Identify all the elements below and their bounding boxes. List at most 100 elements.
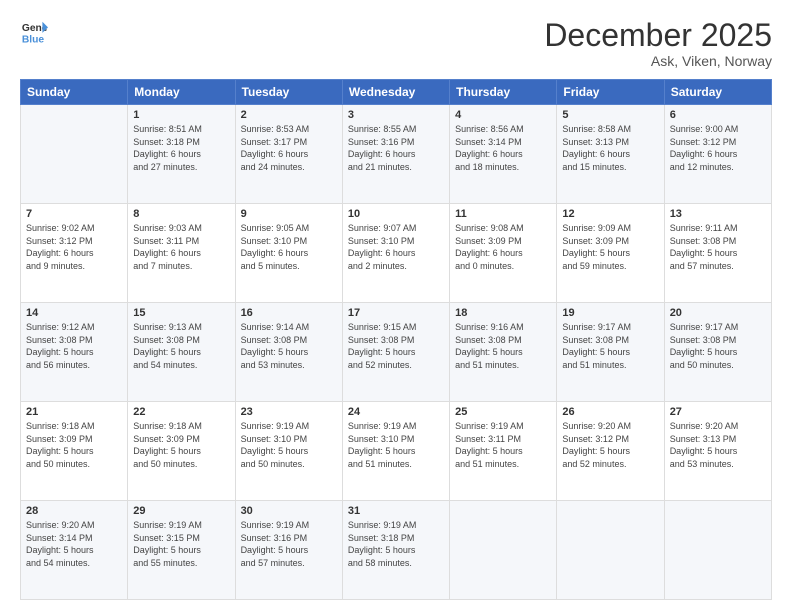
day-number: 16: [241, 307, 337, 319]
day-info: Sunrise: 8:51 AM Sunset: 3:18 PM Dayligh…: [133, 123, 229, 173]
day-cell: 27 Sunrise: 9:20 AM Sunset: 3:13 PM Dayli…: [664, 402, 771, 501]
day-cell: [557, 501, 664, 600]
day-info: Sunrise: 9:07 AM Sunset: 3:10 PM Dayligh…: [348, 222, 444, 272]
location-subtitle: Ask, Viken, Norway: [544, 53, 772, 69]
day-info: Sunrise: 9:18 AM Sunset: 3:09 PM Dayligh…: [26, 420, 122, 470]
header-cell-friday: Friday: [557, 80, 664, 105]
svg-text:Blue: Blue: [22, 34, 45, 45]
header-cell-sunday: Sunday: [21, 80, 128, 105]
day-info: Sunrise: 9:12 AM Sunset: 3:08 PM Dayligh…: [26, 321, 122, 371]
week-row-2: 7Sunrise: 9:02 AM Sunset: 3:12 PM Daylig…: [21, 204, 772, 303]
logo: General Blue: [20, 18, 48, 46]
week-row-1: 1Sunrise: 8:51 AM Sunset: 3:18 PM Daylig…: [21, 105, 772, 204]
day-number: 2: [241, 109, 337, 121]
day-info: Sunrise: 9:20 AM Sunset: 3:12 PM Dayligh…: [562, 420, 658, 470]
day-cell: 2 Sunrise: 8:53 AM Sunset: 3:17 PM Daylig…: [235, 105, 342, 204]
day-cell: 25 Sunrise: 9:19 AM Sunset: 3:11 PM Dayli…: [450, 402, 557, 501]
day-cell: 22 Sunrise: 9:18 AM Sunset: 3:09 PM Dayli…: [128, 402, 235, 501]
day-number: 7: [26, 208, 122, 220]
day-cell: 5Sunrise: 8:58 AM Sunset: 3:13 PM Daylig…: [557, 105, 664, 204]
day-cell: 30 Sunrise: 9:19 AM Sunset: 3:16 PM Dayli…: [235, 501, 342, 600]
day-number: 9: [241, 208, 337, 220]
day-info: Sunrise: 9:11 AM Sunset: 3:08 PM Dayligh…: [670, 222, 766, 272]
day-info: Sunrise: 9:17 AM Sunset: 3:08 PM Dayligh…: [670, 321, 766, 371]
day-cell: [21, 105, 128, 204]
day-info: Sunrise: 9:19 AM Sunset: 3:10 PM Dayligh…: [241, 420, 337, 470]
day-info: Sunrise: 9:20 AM Sunset: 3:14 PM Dayligh…: [26, 519, 122, 569]
day-number: 14: [26, 307, 122, 319]
day-number: 20: [670, 307, 766, 319]
day-info: Sunrise: 9:09 AM Sunset: 3:09 PM Dayligh…: [562, 222, 658, 272]
day-cell: 26Sunrise: 9:20 AM Sunset: 3:12 PM Dayli…: [557, 402, 664, 501]
day-info: Sunrise: 9:03 AM Sunset: 3:11 PM Dayligh…: [133, 222, 229, 272]
calendar-page: General Blue December 2025 Ask, Viken, N…: [0, 0, 792, 612]
day-cell: 18 Sunrise: 9:16 AM Sunset: 3:08 PM Dayli…: [450, 303, 557, 402]
day-info: Sunrise: 9:15 AM Sunset: 3:08 PM Dayligh…: [348, 321, 444, 371]
day-number: 17: [348, 307, 444, 319]
day-number: 8: [133, 208, 229, 220]
day-info: Sunrise: 9:19 AM Sunset: 3:18 PM Dayligh…: [348, 519, 444, 569]
day-cell: 14 Sunrise: 9:12 AM Sunset: 3:08 PM Dayli…: [21, 303, 128, 402]
day-info: Sunrise: 8:55 AM Sunset: 3:16 PM Dayligh…: [348, 123, 444, 173]
day-number: 6: [670, 109, 766, 121]
day-info: Sunrise: 8:58 AM Sunset: 3:13 PM Dayligh…: [562, 123, 658, 173]
day-info: Sunrise: 9:05 AM Sunset: 3:10 PM Dayligh…: [241, 222, 337, 272]
day-info: Sunrise: 9:16 AM Sunset: 3:08 PM Dayligh…: [455, 321, 551, 371]
day-info: Sunrise: 9:20 AM Sunset: 3:13 PM Dayligh…: [670, 420, 766, 470]
day-number: 4: [455, 109, 551, 121]
day-cell: 6 Sunrise: 9:00 AM Sunset: 3:12 PM Daylig…: [664, 105, 771, 204]
header-cell-monday: Monday: [128, 80, 235, 105]
header-cell-tuesday: Tuesday: [235, 80, 342, 105]
title-block: December 2025 Ask, Viken, Norway: [544, 18, 772, 69]
day-cell: 21 Sunrise: 9:18 AM Sunset: 3:09 PM Dayli…: [21, 402, 128, 501]
week-row-3: 14 Sunrise: 9:12 AM Sunset: 3:08 PM Dayli…: [21, 303, 772, 402]
day-cell: 20 Sunrise: 9:17 AM Sunset: 3:08 PM Dayli…: [664, 303, 771, 402]
day-number: 3: [348, 109, 444, 121]
header: General Blue December 2025 Ask, Viken, N…: [20, 18, 772, 69]
day-number: 12: [562, 208, 658, 220]
day-cell: 23 Sunrise: 9:19 AM Sunset: 3:10 PM Dayli…: [235, 402, 342, 501]
day-number: 22: [133, 406, 229, 418]
day-info: Sunrise: 9:19 AM Sunset: 3:11 PM Dayligh…: [455, 420, 551, 470]
week-row-4: 21 Sunrise: 9:18 AM Sunset: 3:09 PM Dayli…: [21, 402, 772, 501]
day-cell: 15 Sunrise: 9:13 AM Sunset: 3:08 PM Dayli…: [128, 303, 235, 402]
day-info: Sunrise: 9:14 AM Sunset: 3:08 PM Dayligh…: [241, 321, 337, 371]
day-info: Sunrise: 9:08 AM Sunset: 3:09 PM Dayligh…: [455, 222, 551, 272]
day-cell: 7Sunrise: 9:02 AM Sunset: 3:12 PM Daylig…: [21, 204, 128, 303]
day-number: 15: [133, 307, 229, 319]
day-cell: 24Sunrise: 9:19 AM Sunset: 3:10 PM Dayli…: [342, 402, 449, 501]
day-cell: 9 Sunrise: 9:05 AM Sunset: 3:10 PM Daylig…: [235, 204, 342, 303]
day-cell: 31 Sunrise: 9:19 AM Sunset: 3:18 PM Dayli…: [342, 501, 449, 600]
day-cell: [450, 501, 557, 600]
day-info: Sunrise: 9:19 AM Sunset: 3:15 PM Dayligh…: [133, 519, 229, 569]
day-number: 10: [348, 208, 444, 220]
day-info: Sunrise: 9:13 AM Sunset: 3:08 PM Dayligh…: [133, 321, 229, 371]
day-number: 31: [348, 505, 444, 517]
day-cell: 17 Sunrise: 9:15 AM Sunset: 3:08 PM Dayli…: [342, 303, 449, 402]
header-row: SundayMondayTuesdayWednesdayThursdayFrid…: [21, 80, 772, 105]
logo-icon: General Blue: [20, 18, 48, 46]
day-number: 30: [241, 505, 337, 517]
day-number: 25: [455, 406, 551, 418]
day-number: 21: [26, 406, 122, 418]
calendar-table: SundayMondayTuesdayWednesdayThursdayFrid…: [20, 79, 772, 600]
day-number: 18: [455, 307, 551, 319]
day-info: Sunrise: 9:19 AM Sunset: 3:16 PM Dayligh…: [241, 519, 337, 569]
day-number: 11: [455, 208, 551, 220]
day-number: 27: [670, 406, 766, 418]
day-info: Sunrise: 9:18 AM Sunset: 3:09 PM Dayligh…: [133, 420, 229, 470]
day-info: Sunrise: 8:53 AM Sunset: 3:17 PM Dayligh…: [241, 123, 337, 173]
day-number: 23: [241, 406, 337, 418]
day-number: 13: [670, 208, 766, 220]
day-number: 29: [133, 505, 229, 517]
day-cell: 1Sunrise: 8:51 AM Sunset: 3:18 PM Daylig…: [128, 105, 235, 204]
day-cell: 29 Sunrise: 9:19 AM Sunset: 3:15 PM Dayli…: [128, 501, 235, 600]
day-info: Sunrise: 8:56 AM Sunset: 3:14 PM Dayligh…: [455, 123, 551, 173]
day-info: Sunrise: 9:00 AM Sunset: 3:12 PM Dayligh…: [670, 123, 766, 173]
day-cell: 28Sunrise: 9:20 AM Sunset: 3:14 PM Dayli…: [21, 501, 128, 600]
header-cell-thursday: Thursday: [450, 80, 557, 105]
day-cell: 8 Sunrise: 9:03 AM Sunset: 3:11 PM Daylig…: [128, 204, 235, 303]
day-cell: 4 Sunrise: 8:56 AM Sunset: 3:14 PM Daylig…: [450, 105, 557, 204]
day-cell: 16 Sunrise: 9:14 AM Sunset: 3:08 PM Dayli…: [235, 303, 342, 402]
day-number: 24: [348, 406, 444, 418]
